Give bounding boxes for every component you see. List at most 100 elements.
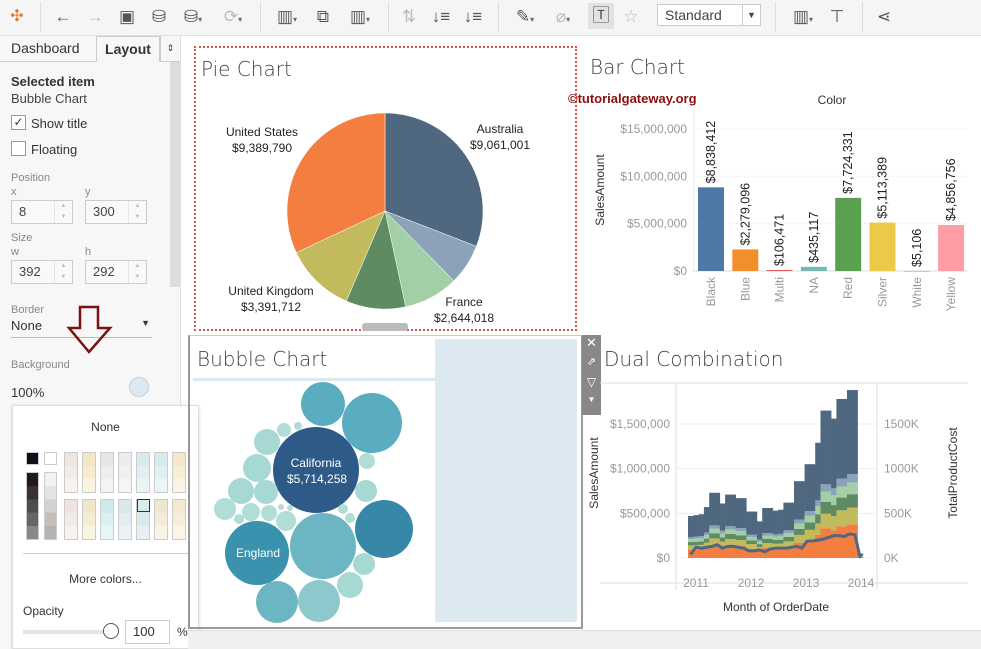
area-segment [693, 541, 699, 546]
x-tick-label: Black [704, 276, 718, 306]
title-divider [193, 378, 435, 381]
label-value: $9,061,001 [469, 138, 531, 152]
color-swatch-column[interactable] [136, 452, 150, 493]
y2-tick-label: 1000K [884, 462, 919, 476]
color-swatch-column[interactable] [118, 499, 132, 540]
bar-multi [766, 269, 793, 271]
new-worksheet-icon[interactable]: ▥▾ [270, 6, 304, 28]
resize-handle[interactable] [362, 323, 408, 331]
x-tick-label: Yellow [944, 277, 958, 312]
divider [775, 2, 776, 32]
more-colors-button[interactable]: More colors... [13, 572, 198, 586]
opacity-slider-track[interactable] [23, 630, 111, 634]
share-icon[interactable]: ⋖ [872, 6, 896, 28]
area-segment [841, 486, 848, 498]
height-input[interactable]: 292 ▲ ▼ [85, 260, 147, 284]
view-mode-value: Standard [665, 7, 722, 23]
highlight-icon[interactable]: ✎▾ [508, 6, 542, 28]
label-name: California [290, 456, 342, 470]
color-swatch-column[interactable] [118, 452, 132, 493]
color-swatch-column[interactable] [100, 499, 114, 540]
x-tick-label: 2011 [683, 576, 709, 590]
pause-updates-icon[interactable]: ⛁▾ [178, 6, 208, 28]
color-swatch-column[interactable] [154, 452, 168, 493]
swap-icon[interactable]: ⇅ [398, 6, 420, 28]
area-segment [820, 484, 827, 492]
area-segment [815, 500, 821, 507]
color-swatch-column[interactable] [64, 452, 78, 493]
color-swatch-column[interactable] [64, 499, 78, 540]
none-color-option[interactable]: None [13, 420, 198, 434]
area-segment [804, 529, 811, 540]
show-labels-icon[interactable]: 🅃 [588, 3, 614, 29]
x-input[interactable]: 8 ▲ ▼ [11, 200, 73, 224]
color-swatch-column[interactable] [172, 452, 186, 493]
color-swatch-light-column[interactable] [44, 472, 57, 540]
tab-menu-icon[interactable]: ⇕ [160, 36, 180, 62]
background-color-swatch[interactable] [129, 377, 149, 397]
sort-ascending-icon[interactable]: ↓≡ [430, 6, 452, 28]
opacity-slider-handle[interactable] [103, 623, 119, 639]
bubble-chart-title: Bubble Chart [197, 347, 328, 371]
color-swatch-column[interactable] [172, 499, 186, 540]
area-segment [698, 544, 705, 550]
area-segment [719, 503, 726, 531]
show-title-checkbox[interactable]: ✓ [11, 115, 26, 130]
scrollbar[interactable] [170, 62, 180, 287]
view-mode-select[interactable]: Standard ▼ [657, 4, 761, 26]
more-options-icon[interactable]: ▼ [582, 395, 601, 415]
y-label: y [85, 186, 91, 198]
color-swatch-column[interactable] [100, 452, 114, 493]
area-segment [836, 497, 842, 511]
area-segment [703, 542, 710, 548]
area-segment [841, 497, 848, 511]
sort-descending-icon[interactable]: ↓≡ [462, 6, 484, 28]
area-segment [703, 532, 710, 536]
y-tick-label: $0 [657, 551, 671, 565]
save-icon[interactable]: ▣ [116, 6, 138, 28]
opacity-input[interactable]: 100 [125, 620, 170, 644]
stepper-icon[interactable]: ▲ ▼ [128, 201, 146, 223]
y-input[interactable]: 300 ▲ ▼ [85, 200, 147, 224]
filter-icon[interactable]: ▽ [582, 375, 601, 395]
tab-dashboard[interactable]: Dashboard [0, 36, 96, 62]
color-swatch-white[interactable] [44, 452, 57, 465]
selected-item-label: Selected item [11, 74, 95, 89]
area-segment [756, 550, 763, 558]
tab-layout[interactable]: Layout [96, 36, 160, 62]
bar-black [698, 187, 724, 271]
color-swatch-column[interactable] [154, 499, 168, 540]
area-segment [698, 541, 705, 545]
area-segment [746, 548, 752, 558]
forward-icon[interactable]: → [84, 6, 106, 28]
annotate-icon[interactable]: ⌀▾ [546, 6, 580, 28]
stepper-icon[interactable]: ▲ ▼ [54, 201, 72, 223]
area-segment [741, 531, 747, 536]
stepper-icon[interactable]: ▲ ▼ [128, 261, 146, 283]
presentation-icon[interactable]: ⊤ [826, 6, 848, 28]
duplicate-icon[interactable]: ⧉ [312, 6, 334, 28]
color-swatch-column[interactable] [82, 499, 96, 540]
color-swatch-column[interactable] [82, 452, 96, 493]
stepper-icon[interactable]: ▲ ▼ [54, 261, 72, 283]
color-swatch-black[interactable] [26, 452, 39, 465]
clear-sheet-icon[interactable]: ▥▾ [342, 6, 378, 28]
close-icon[interactable]: ✕ [582, 335, 601, 355]
floating-checkbox[interactable] [11, 141, 26, 156]
area-segment [841, 510, 848, 527]
pin-icon[interactable]: ☆ [620, 6, 642, 28]
area-segment [804, 522, 811, 530]
tableau-logo-icon[interactable]: ✣ [6, 6, 28, 28]
new-datasource-icon[interactable]: ⛁ [148, 6, 170, 28]
refresh-icon[interactable]: ⟳▾ [216, 6, 250, 28]
color-swatch-dark-column[interactable] [26, 472, 39, 540]
bar-chart: Color SalesAmount $0 $5,000,000 $10,000,000 $… [593, 93, 968, 311]
go-to-sheet-icon[interactable]: ⇗ [582, 355, 601, 375]
area-segment [772, 536, 779, 541]
arrow-down-annotation-icon [66, 305, 113, 354]
area-segment [836, 398, 842, 479]
show-me-icon[interactable]: ▥▾ [786, 6, 820, 28]
width-input[interactable]: 392 ▲ ▼ [11, 260, 73, 284]
back-icon[interactable]: ← [52, 6, 74, 28]
selected-color-swatch[interactable] [137, 499, 150, 512]
